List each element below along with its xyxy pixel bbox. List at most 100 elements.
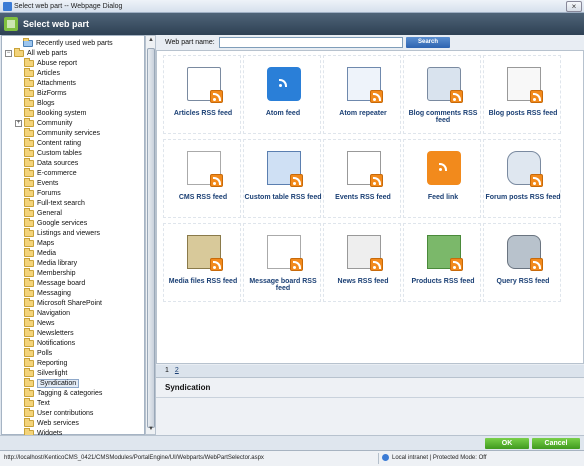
tree-item[interactable]: E-commerce [15, 167, 77, 178]
atom-feed-icon [267, 67, 301, 101]
folder-icon [24, 377, 34, 387]
tree-scrollbar[interactable]: ▲ ▼ [145, 35, 156, 435]
collapse-icon[interactable]: − [5, 49, 12, 57]
close-window-button[interactable]: × [566, 1, 582, 12]
tree-item[interactable]: Reporting [15, 357, 67, 368]
web-part-tile[interactable]: Articles RSS feed [163, 55, 241, 134]
tree-item[interactable]: Newsletters [15, 327, 74, 338]
folder-icon [24, 177, 34, 187]
web-part-tile[interactable]: Atom feed [243, 55, 321, 134]
web-part-tile[interactable]: Feed link [403, 139, 481, 218]
tree-item[interactable]: Attachments [15, 77, 76, 88]
tree-item[interactable]: Silverlight [15, 367, 67, 378]
products-rss-icon [427, 235, 463, 271]
tree-item-label: BizForms [37, 89, 67, 97]
tree-item[interactable]: Forums [15, 187, 61, 198]
tree-item[interactable]: Syndication [15, 377, 80, 388]
web-part-tile[interactable]: Blog comments RSS feed [403, 55, 481, 134]
dialog-header: Select web part [0, 13, 584, 35]
tree-item-label: Abuse report [37, 59, 78, 67]
tree-item[interactable]: Notifications [15, 337, 75, 348]
tree-item[interactable]: Membership [15, 267, 76, 278]
tree-item[interactable]: User contributions [15, 407, 93, 418]
tree-item[interactable]: Messaging [15, 287, 71, 298]
web-part-label: Blog posts RSS feed [488, 110, 558, 117]
blog-posts-rss-icon [507, 67, 543, 103]
tree-item-label: Custom tables [37, 149, 82, 157]
tree-recent-item[interactable]: Recently used web parts [14, 37, 113, 48]
web-part-tile[interactable]: Message board RSS feed [243, 223, 321, 302]
tree-item[interactable]: Articles [15, 67, 60, 78]
folder-icon [24, 147, 34, 157]
search-button[interactable]: Search [406, 37, 450, 48]
tree-item[interactable]: Community services [15, 127, 101, 138]
web-part-icon [4, 17, 18, 31]
tree-item[interactable]: Listings and viewers [15, 227, 100, 238]
folder-icon [24, 67, 34, 77]
tree-item[interactable]: Booking system [15, 107, 86, 118]
tree-root-item[interactable]: − All web parts [5, 47, 67, 58]
folder-icon [24, 137, 34, 147]
web-part-tile[interactable]: Query RSS feed [483, 223, 561, 302]
tree-item[interactable]: Abuse report [15, 57, 78, 68]
tree-item-label: Attachments [37, 79, 76, 87]
tree-item-label: Community services [37, 129, 101, 137]
tree-item[interactable]: Web services [15, 417, 79, 428]
tree-item[interactable]: Tagging & categories [15, 387, 102, 398]
tree-item[interactable]: News [15, 317, 55, 328]
scroll-down-icon[interactable]: ▼ [147, 426, 155, 435]
rss-icon [370, 90, 383, 103]
folder-icon [24, 57, 34, 67]
search-input[interactable] [219, 37, 403, 48]
tree-item-label: Blogs [37, 99, 55, 107]
tree-item[interactable]: Message board [15, 277, 85, 288]
tree-item[interactable]: Full-text search [15, 197, 85, 208]
folder-icon [24, 307, 34, 317]
folder-icon [24, 367, 34, 377]
tree-item[interactable]: Google services [15, 217, 87, 228]
message-board-rss-icon [267, 235, 303, 271]
web-part-tile[interactable]: Events RSS feed [323, 139, 401, 218]
tree-item[interactable]: Data sources [15, 157, 78, 168]
page-1[interactable]: 1 [165, 367, 169, 374]
scroll-up-icon[interactable]: ▲ [147, 37, 155, 46]
news-rss-icon [347, 235, 383, 271]
web-part-tile[interactable]: Blog posts RSS feed [483, 55, 561, 134]
articles-rss-icon [187, 67, 223, 103]
rss-icon [210, 258, 223, 271]
tree-item[interactable]: General [15, 207, 62, 218]
web-part-tile[interactable]: Forum posts RSS feed [483, 139, 561, 218]
tree-item[interactable]: Text [15, 397, 50, 408]
folder-icon [24, 297, 34, 307]
web-part-tile[interactable]: News RSS feed [323, 223, 401, 302]
scroll-thumb[interactable] [147, 48, 155, 428]
tree-item[interactable]: Media [15, 247, 56, 258]
web-part-label: Atom feed [265, 110, 301, 117]
tree-item[interactable]: Navigation [15, 307, 70, 318]
tree-item-label: Polls [37, 349, 53, 357]
tree-item[interactable]: BizForms [15, 87, 67, 98]
tree-item[interactable]: Blogs [15, 97, 55, 108]
web-part-tile[interactable]: Products RSS feed [403, 223, 481, 302]
page-2-link[interactable]: 2 [175, 367, 179, 374]
expand-icon[interactable]: + [15, 119, 22, 127]
events-rss-icon [347, 151, 383, 187]
rss-icon [210, 174, 223, 187]
tree-item[interactable]: Maps [15, 237, 54, 248]
web-part-tile[interactable]: Media files RSS feed [163, 223, 241, 302]
ok-button[interactable]: OK [485, 438, 529, 449]
tree-item[interactable]: + Community [15, 117, 72, 128]
tree-item[interactable]: Custom tables [15, 147, 82, 158]
tree-item[interactable]: Events [15, 177, 58, 188]
web-part-tile[interactable]: Atom repeater [323, 55, 401, 134]
web-part-tile[interactable]: CMS RSS feed [163, 139, 241, 218]
cancel-button[interactable]: Cancel [532, 438, 580, 449]
folder-icon [24, 417, 34, 427]
tree-item[interactable]: Content rating [15, 137, 81, 148]
tree-item[interactable]: Media library [15, 257, 77, 268]
tree-item[interactable]: Microsoft SharePoint [15, 297, 102, 308]
tree-item[interactable]: Polls [15, 347, 53, 358]
rss-icon [530, 258, 543, 271]
folder-icon [24, 97, 34, 107]
web-part-tile[interactable]: Custom table RSS feed [243, 139, 322, 218]
